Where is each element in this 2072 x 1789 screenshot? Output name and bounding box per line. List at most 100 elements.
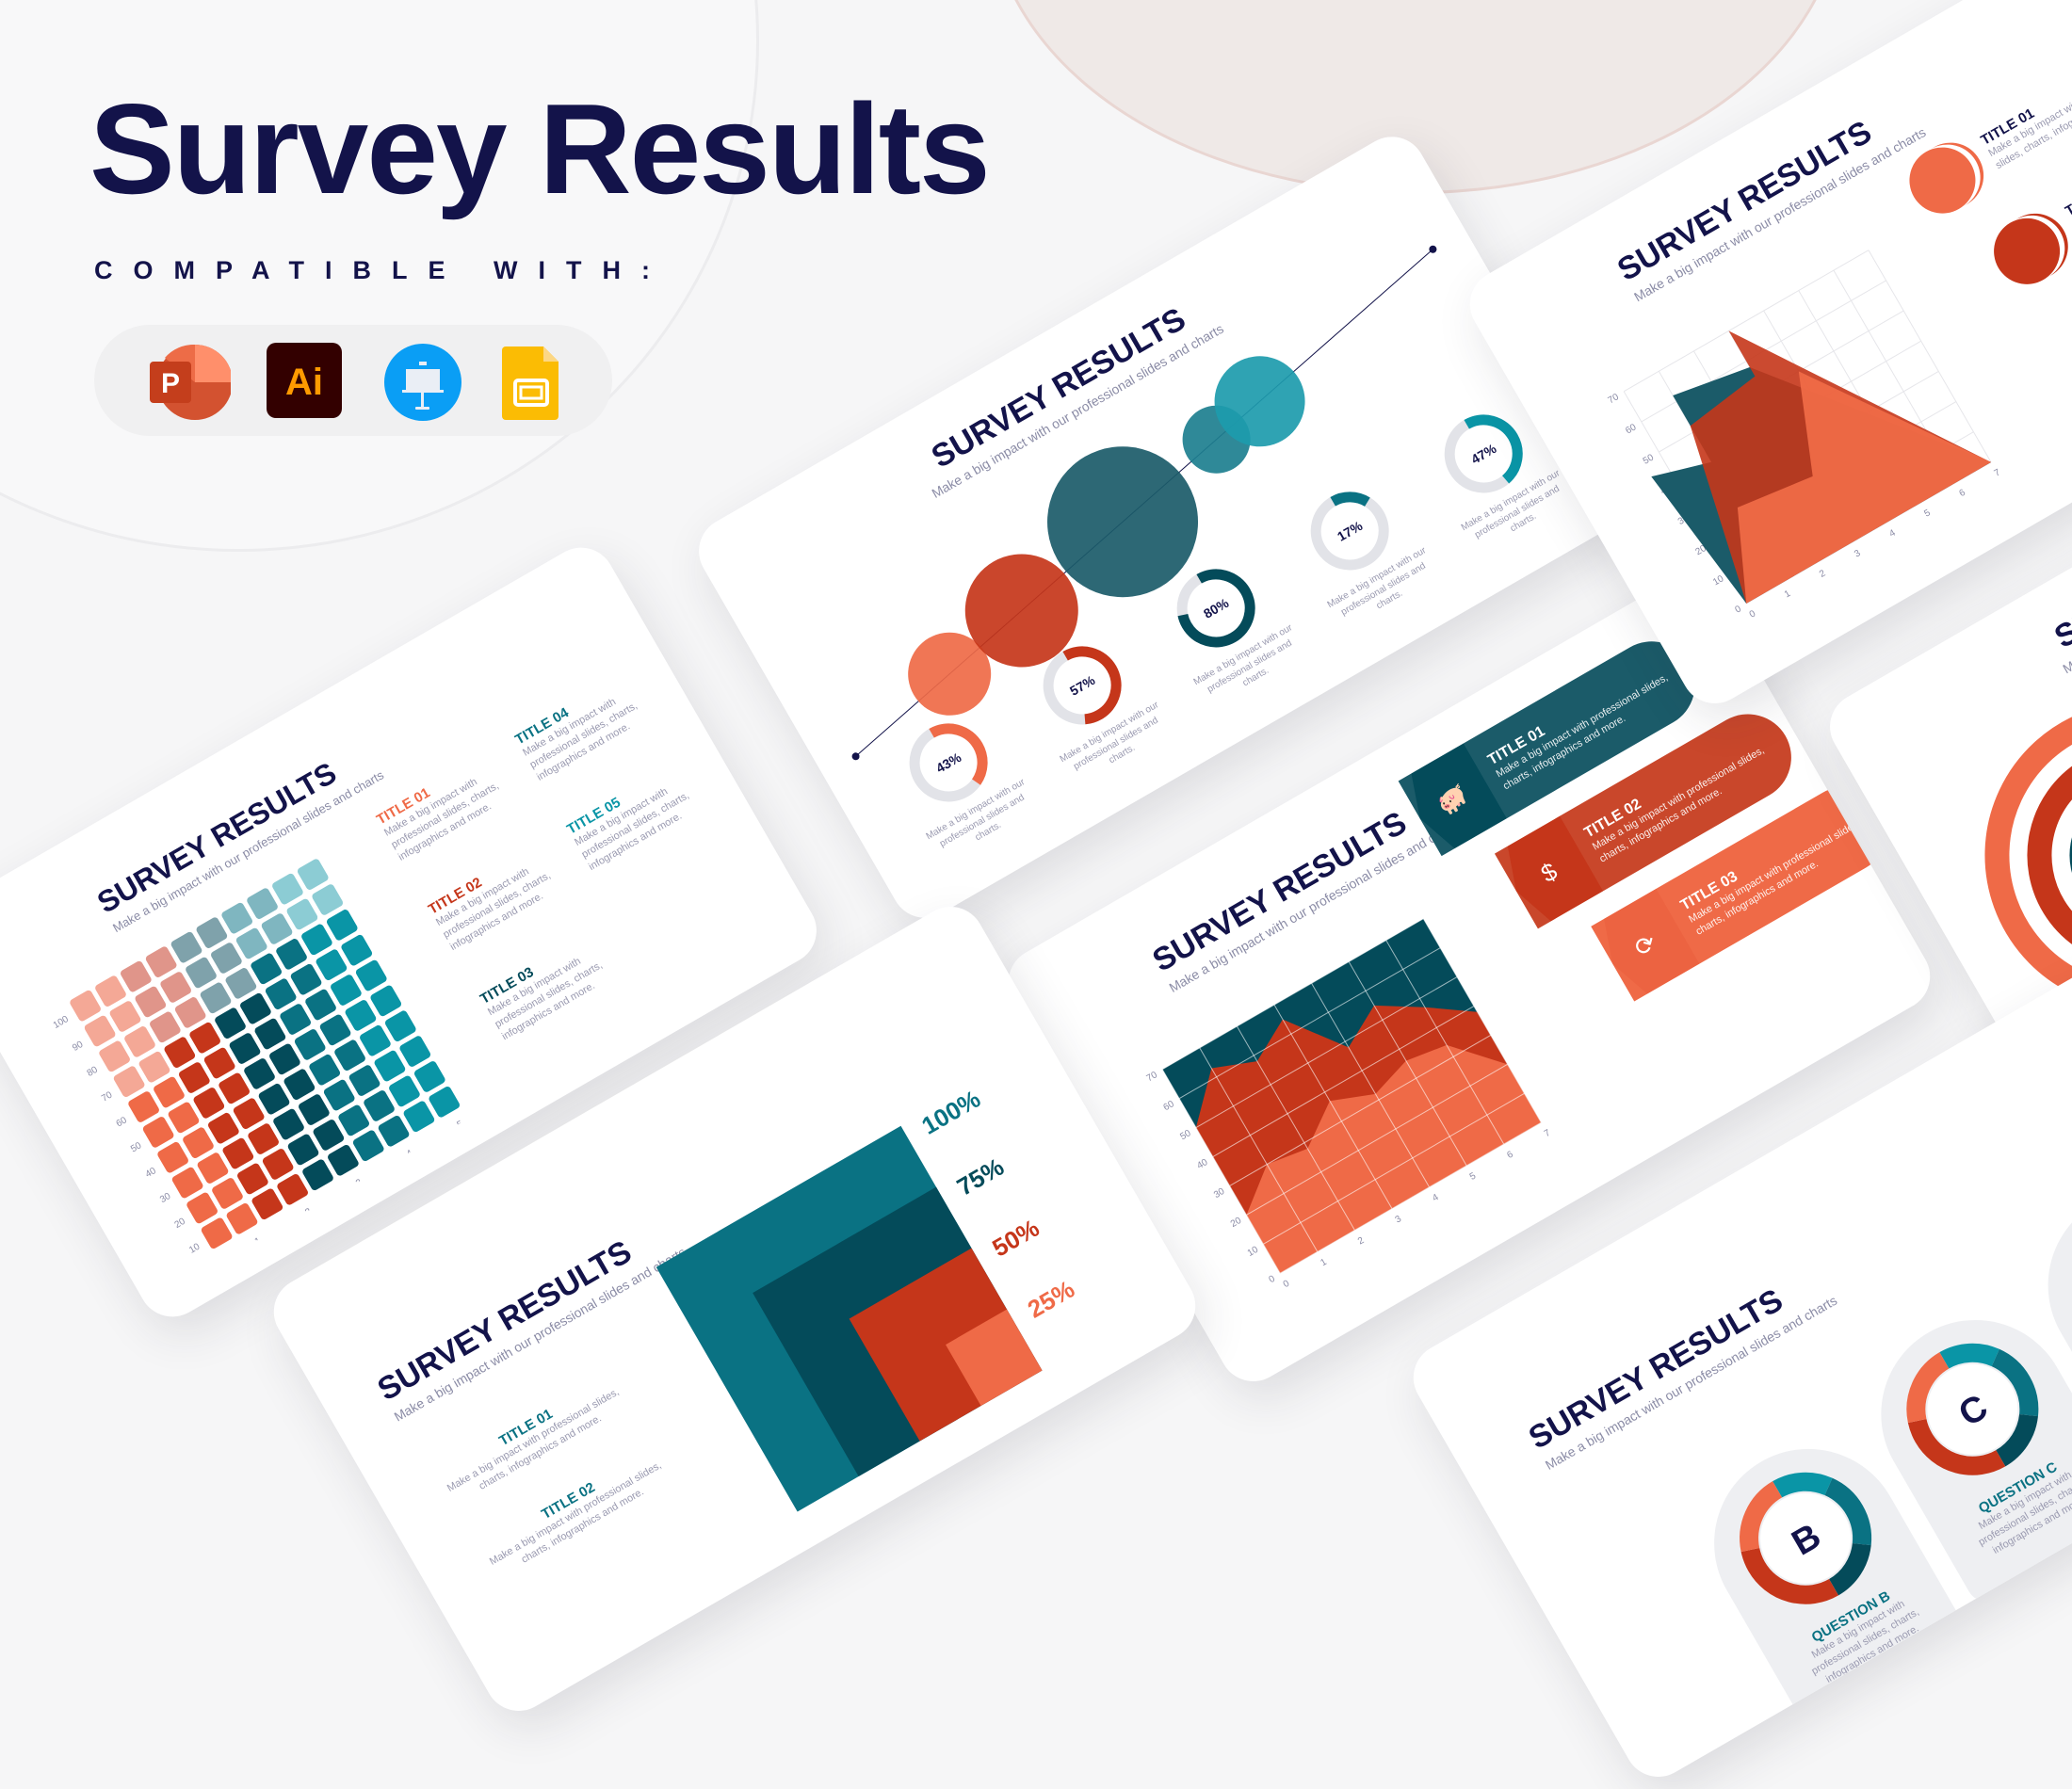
waffle-cell (297, 859, 329, 890)
y-tick-label: 100 (52, 1014, 71, 1031)
radial-ring (1984, 701, 2072, 1009)
y-tick-label: 80 (86, 1065, 101, 1079)
legend-item: TITLE 03 Make a big impact with professi… (478, 923, 629, 1043)
waffle-cell (262, 1149, 294, 1180)
waffle-cell (189, 1022, 220, 1054)
waffle-cell (128, 1091, 159, 1122)
waffle-cell (235, 927, 267, 959)
legend-item: TITLE 05 Make a big impact with professi… (564, 753, 716, 874)
x-tick-label: 3 (1394, 1214, 1404, 1226)
waffle-cell (389, 1075, 420, 1107)
x-tick-label: 2 (303, 1206, 314, 1218)
waffle-cell (95, 975, 126, 1007)
x-tick-label: 1 (253, 1235, 264, 1248)
waffle-cell (312, 884, 344, 915)
waffle-cell (287, 1134, 319, 1166)
x-tick-label: 2 (1356, 1235, 1367, 1248)
waffle-cell (221, 902, 253, 934)
donut-segment (2063, 1203, 2072, 1358)
waffle-cell (170, 931, 202, 963)
x-tick-label: 2 (1818, 568, 1828, 580)
waffle-cell (283, 1069, 316, 1101)
y-tick-label: 70 (1145, 1070, 1160, 1084)
tab-body: Make a big impact with professional slid… (1687, 817, 1863, 938)
waffle-cell (121, 960, 152, 992)
y-tick-label: 30 (158, 1191, 173, 1205)
x-tick-label: 6 (1505, 1149, 1515, 1161)
waffle-cell (277, 1173, 308, 1205)
waffle-cell (269, 1043, 300, 1075)
waffle-cell (352, 1130, 384, 1162)
waffle-cell (299, 1094, 330, 1125)
waffle-cell (319, 1014, 351, 1046)
waffle-cell (193, 1088, 225, 1119)
legend-item: TITLE 01Make a big impact with professio… (1897, 0, 2072, 226)
donut-label: 57% (1067, 672, 1098, 699)
waffle-cell (225, 968, 257, 999)
level-label: 100% (916, 1084, 985, 1140)
waffle-cell (248, 1123, 279, 1154)
x-tick-label: 6 (1957, 488, 1967, 500)
waffle-cell (374, 1050, 406, 1082)
y-tick-label: 20 (173, 1217, 188, 1231)
donut-segment (2063, 1203, 2072, 1358)
legend-item: TITLE 02 Make a big impact with professi… (426, 833, 577, 954)
waffle-cell (215, 1007, 246, 1039)
x-tick-label: 7 (1543, 1128, 1553, 1140)
y-tick-label: 30 (1212, 1186, 1227, 1201)
level-label: 25% (1022, 1274, 1079, 1324)
y-tick-label: 0 (1267, 1274, 1277, 1286)
waffle-cell (261, 913, 293, 944)
waffle-cell (197, 1152, 229, 1184)
waffle-cell (240, 992, 271, 1024)
legend-item: TITLE 01 Make a big impact with professi… (374, 744, 526, 864)
waffle-cell (70, 990, 101, 1022)
waffle-cell (109, 1001, 141, 1032)
y-tick-label: 50 (129, 1140, 144, 1154)
y-tick-label: 50 (1178, 1128, 1193, 1142)
y-tick-label: 60 (1624, 422, 1639, 436)
x-tick-label: 4 (1887, 527, 1898, 540)
legend-text: TITLE 01Make a big impact with professio… (1978, 40, 2072, 172)
waffle-cell (429, 1086, 461, 1118)
waffle-cell (247, 888, 278, 919)
waffle-cell (244, 1058, 275, 1089)
waffle-cell (338, 1104, 370, 1136)
x-tick-label: 5 (456, 1119, 466, 1131)
x-tick-label: 7 (1993, 467, 2003, 479)
x-tick-label: 0 (1748, 608, 1758, 621)
waffle-cell (183, 1127, 214, 1159)
y-tick-label: 60 (115, 1115, 130, 1129)
y-tick-label: 70 (100, 1089, 115, 1104)
y-tick-label: 10 (1711, 573, 1726, 588)
waffle-cell (229, 1033, 261, 1064)
waffle-cell (254, 1018, 286, 1050)
waffle-cell (226, 1202, 258, 1234)
waffle-cell (355, 959, 387, 991)
waffle-cell (294, 1029, 326, 1060)
waffle-cell (233, 1098, 265, 1130)
waffle-cell (265, 978, 297, 1009)
waffle-cell (326, 910, 358, 941)
donut-label: 43% (933, 749, 964, 776)
waffle-cell (403, 1101, 435, 1133)
waffle-cell (201, 1217, 233, 1249)
waffle-cell (99, 1040, 130, 1072)
waffle-cell (378, 1115, 410, 1147)
waffle-cell (258, 1083, 290, 1115)
waffle-cell (399, 1036, 431, 1067)
x-tick-label: 0 (1282, 1279, 1292, 1291)
waffle-cell (323, 1079, 355, 1111)
y-tick-label: 50 (1642, 452, 1657, 466)
waffle-cell (142, 1117, 174, 1148)
waffle-cell (150, 1011, 181, 1043)
waffle-cell (341, 934, 373, 966)
waffle-cell (179, 1062, 210, 1093)
waffle-cell (208, 1112, 239, 1144)
atm-card-icon (1897, 135, 1988, 226)
waffle-cell (154, 1076, 185, 1108)
slide-mountain-chart[interactable]: SURVEY RESULTS Make a big impact with ou… (1457, 0, 2072, 717)
x-tick-label: 1 (1783, 588, 1793, 601)
waffle-cell (157, 1141, 188, 1173)
donut-segment (2063, 1203, 2072, 1358)
